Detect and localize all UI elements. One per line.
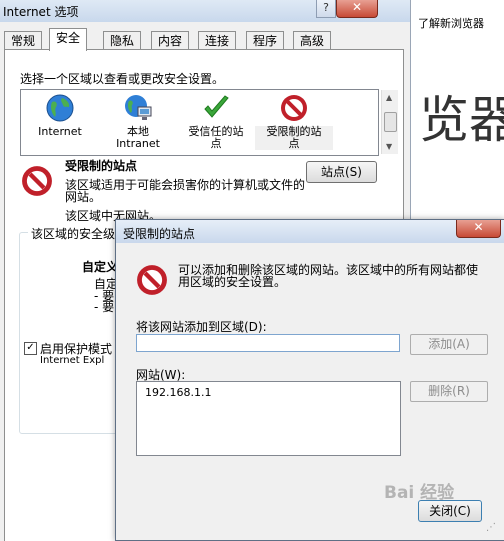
help-button[interactable]: ? bbox=[316, 0, 336, 18]
zone-list: Internet 本地 Intranet 受信任的站 点 受限制的站 点 ▲ ▼ bbox=[20, 89, 398, 156]
window-title: Internet 选项 bbox=[3, 5, 79, 19]
scrollbar-thumb[interactable] bbox=[384, 112, 397, 132]
tab-security[interactable]: 安全 bbox=[49, 28, 88, 51]
zone-internet[interactable]: Internet bbox=[21, 90, 99, 154]
tab-general[interactable]: 常规 bbox=[4, 31, 43, 50]
zone-label: 受信任的站 点 bbox=[188, 125, 244, 150]
tab-content[interactable]: 内容 bbox=[151, 31, 190, 50]
zone-local-intranet[interactable]: 本地 Intranet bbox=[99, 90, 177, 154]
watermark: Bai 经验 bbox=[384, 483, 455, 503]
zone-trusted-sites[interactable]: 受信任的站 点 bbox=[177, 90, 255, 154]
selected-zone-name: 受限制的站点 bbox=[65, 159, 138, 173]
page-headline: 览器 bbox=[419, 91, 504, 149]
dialog-close-button[interactable]: ✕ bbox=[456, 220, 501, 238]
zone-restricted-sites[interactable]: 受限制的站 点 bbox=[255, 90, 333, 154]
add-button[interactable]: 添加(A) bbox=[410, 334, 488, 355]
protected-mode-checkbox[interactable]: ✓ bbox=[24, 342, 37, 355]
tab-advanced[interactable]: 高级 bbox=[293, 31, 332, 50]
add-site-label: 将该网站添加到区域(D): bbox=[136, 320, 267, 334]
remove-button[interactable]: 删除(R) bbox=[410, 381, 488, 402]
sites-button[interactable]: 站点(S) bbox=[306, 161, 377, 183]
intranet-globe-icon bbox=[125, 95, 152, 120]
tab-connections[interactable]: 连接 bbox=[198, 31, 237, 50]
browser-tab-title[interactable]: 了解新浏览器 bbox=[418, 15, 484, 31]
scroll-down-icon[interactable]: ▼ bbox=[386, 142, 392, 151]
protected-mode-subtext: Internet Expl bbox=[40, 355, 105, 366]
zone-list-scrollbar[interactable]: ▲ ▼ bbox=[381, 90, 398, 154]
close-button[interactable]: 关闭(C) bbox=[418, 500, 482, 522]
no-entry-icon bbox=[137, 265, 167, 295]
tab-privacy[interactable]: 隐私 bbox=[103, 31, 142, 50]
websites-list[interactable]: 192.168.1.1 bbox=[136, 381, 401, 456]
dialog-description: 可以添加和删除该区域的网站。该区域中的所有网站都使用区域的安全设置。 bbox=[178, 263, 479, 289]
dialog-title: 受限制的站点 bbox=[123, 227, 196, 241]
list-item[interactable]: 192.168.1.1 bbox=[145, 386, 211, 399]
no-entry-icon bbox=[22, 166, 52, 196]
check-icon bbox=[204, 95, 229, 118]
zone-instruction: 选择一个区域以查看或更改安全设置。 bbox=[20, 72, 225, 86]
resize-grip-icon[interactable]: ⋰ bbox=[486, 522, 496, 533]
zone-label: 本地 Intranet bbox=[116, 125, 160, 150]
scroll-up-icon[interactable]: ▲ bbox=[386, 93, 392, 102]
add-site-input[interactable] bbox=[136, 334, 400, 352]
zone-description: 该区域适用于可能会损害你的计算机或文件的网站。 bbox=[65, 178, 306, 204]
custom-level-bullet: - 要 bbox=[94, 300, 115, 314]
close-window-button[interactable]: ✕ bbox=[336, 0, 378, 18]
zone-label: 受限制的站 点 bbox=[255, 126, 333, 150]
zone-label: Internet bbox=[38, 125, 82, 138]
security-level-group-label: 该区域的安全级 bbox=[28, 225, 119, 242]
globe-icon bbox=[46, 94, 74, 122]
no-entry-icon bbox=[281, 95, 307, 121]
custom-level-title: 自定义 bbox=[82, 260, 119, 274]
tab-programs[interactable]: 程序 bbox=[246, 31, 285, 50]
